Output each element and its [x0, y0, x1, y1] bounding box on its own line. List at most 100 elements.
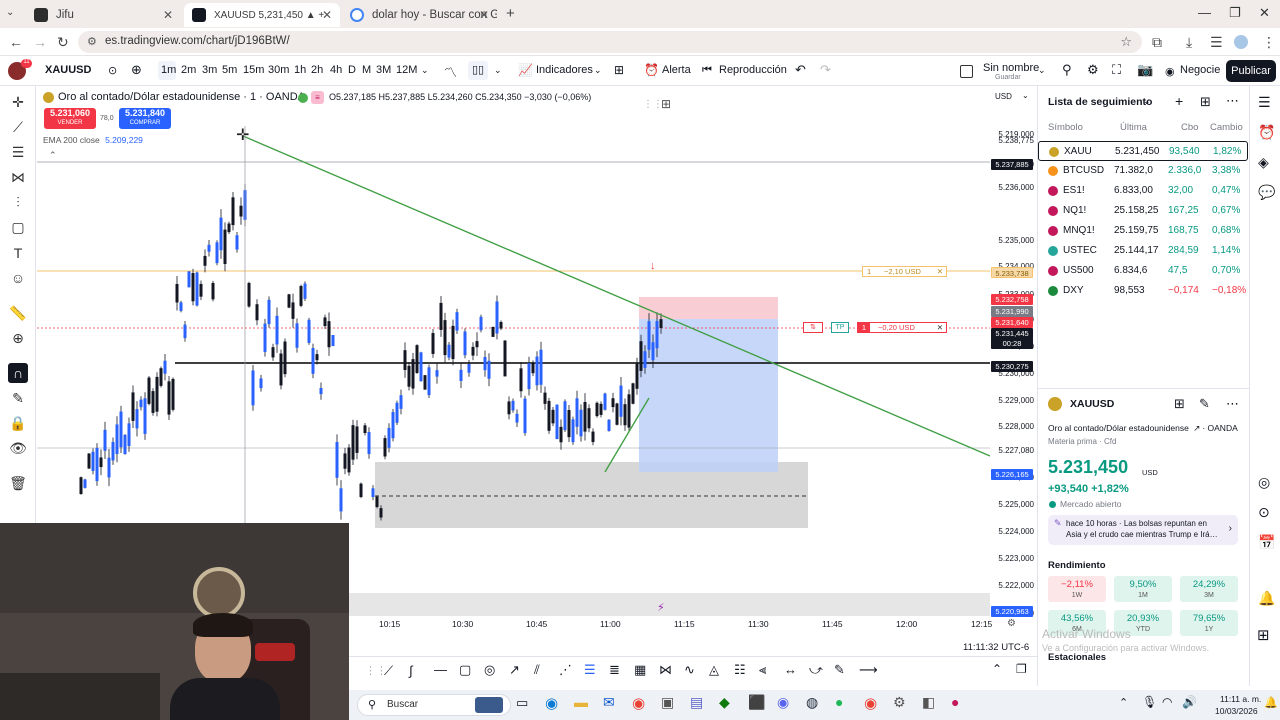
extensions-icon[interactable]: ⧉ — [1152, 34, 1162, 51]
site-info-icon[interactable]: ⚙ — [87, 35, 97, 48]
watchlist-dropdown-icon[interactable]: ⌄ — [1143, 96, 1151, 107]
clock-time[interactable]: 11:11 a. m. — [1220, 694, 1261, 704]
replay-time-icon[interactable]: ⚡ — [657, 602, 665, 614]
price-level-badge[interactable]: 5.231,990 — [991, 306, 1033, 317]
price-scale[interactable]: USD ⌄ 5.219,0005.238,7755.237,0005.236,0… — [990, 86, 1036, 618]
forward-icon[interactable]: → — [33, 34, 47, 50]
ema-legend[interactable]: EMA 200 close 5.209,229 — [43, 135, 143, 145]
target-icon[interactable]: ◎ — [1258, 474, 1270, 491]
crosshair-tool-icon[interactable]: ✛ — [8, 92, 28, 112]
circle-icon[interactable]: ◎ — [484, 662, 495, 678]
parallel-channel-icon[interactable]: ⫽ — [534, 662, 540, 678]
clock-date[interactable]: 10/03/2026 — [1215, 706, 1258, 716]
zoom-tool-icon[interactable]: ⊕ — [8, 328, 28, 348]
emoji-tool-icon[interactable]: ☺ — [8, 268, 28, 288]
lock-tool-icon[interactable]: 🔒 — [8, 413, 28, 433]
curve-icon[interactable]: ∫ — [409, 663, 413, 678]
performance-tile[interactable]: 24,29% 3M — [1180, 576, 1238, 602]
date-range-icon[interactable]: ↔ — [784, 662, 797, 677]
watchlist-row[interactable]: MNQ1! 25.159,75 168,75 0,68% — [1038, 221, 1250, 241]
legend-collapse-icon[interactable]: ⌃ — [49, 150, 57, 161]
interval-15m[interactable]: 15m — [243, 64, 264, 76]
performance-tile[interactable]: 9,50% 1M — [1114, 576, 1172, 602]
chart-type-dropdown-icon[interactable]: ⌄ — [494, 65, 502, 76]
horizontal-line-icon[interactable]: — — [434, 662, 447, 677]
clock-readout[interactable]: 11:11:32 UTC-6 — [963, 642, 1029, 653]
pulse-icon[interactable]: ⊙ — [1258, 504, 1270, 521]
url-field[interactable]: ⚙ es.tradingview.com/chart/jD196BtW/ ☆ — [78, 31, 1142, 53]
widgets-icon[interactable] — [475, 697, 503, 713]
alert-order-label[interactable]: 1 −2,10 USD ✕ — [862, 266, 947, 277]
news-card[interactable]: ✎ hace 10 horas · Las bolsas repuntan en… — [1048, 515, 1238, 545]
maximize-panel-icon[interactable]: ❐ — [1016, 662, 1027, 676]
apps-grid-icon[interactable]: ⊞ — [1257, 626, 1270, 644]
pattern-tool-icon[interactable]: ⋈ — [8, 167, 28, 187]
anchored-vwap-icon[interactable]: ⤻ — [809, 662, 823, 678]
time-axis[interactable]: 10:15 10:30 10:45 11:00 11:15 11:30 11:4… — [349, 616, 992, 634]
seasonals-title[interactable]: Estacionales — [1048, 652, 1106, 663]
fib-tool-icon[interactable]: ☰ — [8, 142, 28, 162]
details-more-icon[interactable]: ⋯ — [1226, 396, 1239, 412]
ruler-tool-icon[interactable]: 📏 — [8, 303, 28, 323]
interval-m[interactable]: M — [362, 64, 371, 76]
line-chart-type-icon[interactable]: 〽 — [444, 62, 457, 81]
download-icon[interactable]: ⤓ — [1186, 34, 1192, 51]
trend-line-tool-icon[interactable]: ⟋ — [8, 117, 28, 137]
replay-icon[interactable]: ⏮ — [702, 64, 712, 77]
mail-icon[interactable]: ✉ — [603, 694, 615, 711]
add-symbol-icon[interactable]: + — [1175, 93, 1183, 109]
interval-4h[interactable]: 4h — [330, 64, 342, 76]
maximize-icon[interactable]: ❐ — [1229, 5, 1241, 21]
tab-menu-button[interactable]: ⌄ — [6, 7, 14, 18]
path-icon[interactable]: ⋰ — [559, 662, 572, 678]
chrome-icon[interactable]: ◉ — [632, 694, 645, 712]
microphone-icon[interactable]: 🎙 — [1142, 695, 1157, 709]
long-position-icon[interactable]: ☷ — [734, 662, 746, 678]
rectangle-icon[interactable]: ▢ — [459, 662, 471, 678]
settings-gear-icon[interactable]: ⚙ — [1087, 62, 1099, 78]
interval-30m[interactable]: 30m — [268, 64, 289, 76]
performance-tile[interactable]: −2,11% 1W — [1048, 576, 1106, 602]
fib-extension-icon[interactable]: ≣ — [609, 662, 620, 678]
compare-icon[interactable]: ⊕ — [131, 62, 142, 78]
col-change-pct[interactable]: Cambio — [1210, 122, 1243, 133]
indicators-dropdown-icon[interactable]: ⌄ — [594, 65, 602, 76]
file-explorer-icon[interactable]: ▬ — [574, 694, 588, 710]
spotify-icon[interactable]: ● — [835, 694, 843, 710]
replay-button[interactable]: Reproducción — [719, 64, 787, 76]
close-window-icon[interactable]: ✕ — [1259, 5, 1270, 21]
alert-button[interactable]: Alerta — [662, 64, 691, 76]
volume-icon[interactable]: 🔊 — [1182, 695, 1197, 709]
watchlist-icon[interactable]: ☰ — [1258, 94, 1271, 111]
close-icon[interactable]: ✕ — [163, 8, 173, 22]
price-level-badge[interactable]: 5.232,758 — [991, 294, 1033, 305]
external-link-icon[interactable]: ↗ — [1193, 423, 1200, 433]
axis-settings-icon[interactable]: ⚙ — [1007, 618, 1016, 629]
close-icon[interactable]: ✕ — [937, 323, 943, 332]
price-level-badge[interactable]: 5.230,275 — [991, 361, 1033, 372]
redo-icon[interactable]: ↷ — [820, 62, 831, 78]
minimize-icon[interactable]: — — [1198, 5, 1211, 20]
prediction-tool-icon[interactable]: ⫶ — [8, 192, 28, 212]
gann-grid-icon[interactable]: ▦ — [634, 662, 646, 678]
tab-jifu[interactable]: Jifu ✕ — [26, 3, 181, 27]
reload-icon[interactable]: ↻ — [57, 34, 69, 51]
price-level-badge[interactable]: 5.233,738 — [991, 267, 1033, 278]
expand-icon[interactable]: ⌃ — [992, 662, 1002, 676]
symbol-watch-icon[interactable]: ⊙ — [108, 64, 117, 77]
currency-dropdown-icon[interactable]: ⌄ — [1022, 91, 1029, 100]
tab-tradingview[interactable]: XAUUSD 5,231,450 ▲ +1.82% Sin nombre ✕ — [184, 3, 340, 27]
details-grid-icon[interactable]: ⊞ — [1174, 396, 1185, 412]
wifi-icon[interactable]: ◠ — [1162, 695, 1172, 709]
interval-2m[interactable]: 2m — [181, 64, 196, 76]
profile-avatar[interactable] — [1234, 35, 1248, 49]
legend-title[interactable]: Oro al contado/Dólar estadounidense · 1 … — [58, 91, 305, 103]
close-icon[interactable]: ✕ — [937, 267, 943, 276]
close-icon[interactable]: ✕ — [479, 8, 489, 22]
interval-2h[interactable]: 2h — [311, 64, 323, 76]
brush-icon[interactable]: ✎ — [834, 662, 845, 678]
pattern-icon[interactable]: ⋈ — [659, 662, 672, 678]
layout-checkbox[interactable] — [960, 65, 973, 78]
discord-icon[interactable]: ◉ — [777, 694, 789, 711]
col-change[interactable]: Cbo — [1181, 122, 1198, 133]
